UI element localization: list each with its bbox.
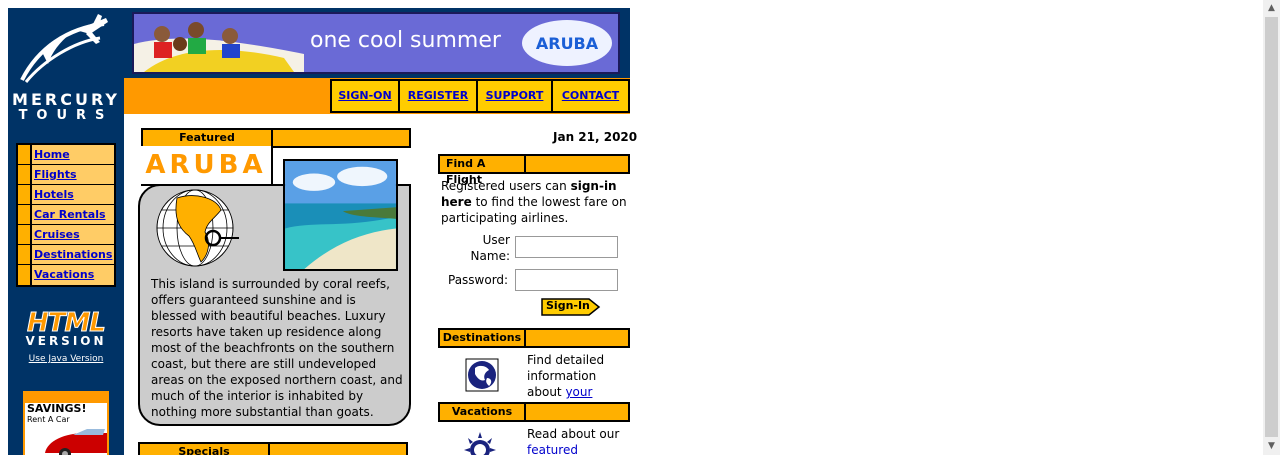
user-name-label: User Name: <box>470 233 510 263</box>
vacations-header: Vacations <box>438 402 630 422</box>
sidebar-link-hotels[interactable]: Hotels <box>32 185 114 204</box>
featured-vacation-link[interactable]: featured vacation <box>527 443 578 455</box>
vacations-text: Read about our featured vacation <box>527 426 631 455</box>
support-link[interactable]: SUPPORT <box>476 79 553 113</box>
bullet-icon <box>18 245 32 264</box>
sidebar-link-flights[interactable]: Flights <box>32 165 114 184</box>
find-flight-header: Find A Flight <box>438 154 630 186</box>
logo-subtitle: TOURS <box>18 108 114 123</box>
sidebar-item-vacations: Vacations <box>18 265 114 285</box>
header: one cool summer ARUBA SIGN-ON REGISTER S… <box>124 8 630 114</box>
sidebar-item-car-rentals: Car Rentals <box>18 205 114 225</box>
password-input[interactable] <box>515 269 618 291</box>
aruba-banner-ad[interactable]: one cool summer ARUBA <box>132 12 620 74</box>
sign-in-label: Sign-In <box>546 299 590 312</box>
bullet-icon <box>18 145 32 164</box>
sidebar-link-cruises[interactable]: Cruises <box>32 225 114 244</box>
destination-name: ARUBA <box>145 150 267 180</box>
vacations-title: Vacations <box>440 404 526 420</box>
scroll-up-arrow-icon[interactable]: ▲ <box>1263 0 1280 17</box>
register-link[interactable]: REGISTER <box>398 79 478 113</box>
sidebar-link-home[interactable]: Home <box>32 145 114 164</box>
bullet-icon <box>18 265 32 285</box>
page: MERCURY TOURS Home Flights Hotels Car Re… <box>0 0 1280 455</box>
left-sidebar: MERCURY TOURS Home Flights Hotels Car Re… <box>8 8 124 455</box>
html-version-badge: HTML VERSION Use Java Version <box>18 308 114 365</box>
airplane-logo-icon <box>20 14 108 83</box>
current-date: Jan 21, 2020 <box>553 130 638 144</box>
find-flight-title: Find A Flight <box>440 156 526 186</box>
specials-header: Specials <box>138 442 408 455</box>
sidebar-link-vacations[interactable]: Vacations <box>32 265 114 285</box>
sign-in-button[interactable]: Sign-In <box>541 297 601 317</box>
sidebar-item-hotels: Hotels <box>18 185 114 205</box>
sidebar-nav: Home Flights Hotels Car Rentals Cruises … <box>16 143 116 287</box>
scrollbar-thumb[interactable] <box>1265 17 1278 437</box>
scroll-down-arrow-icon[interactable]: ▼ <box>1263 438 1280 455</box>
aruba-logo: ARUBA <box>522 20 612 66</box>
featured-destination-title: Featured Destination <box>143 130 273 160</box>
ad-title: SAVINGS! <box>27 402 87 415</box>
sun-icon[interactable] <box>462 430 498 455</box>
contact-link[interactable]: CONTACT <box>551 79 630 113</box>
bullet-icon <box>18 205 32 224</box>
car-rental-ad[interactable]: SAVINGS! Rent A Car <box>23 391 109 455</box>
banner-photo-image <box>134 14 304 72</box>
mercury-tours-logo[interactable]: MERCURY TOURS <box>8 8 124 128</box>
globe-icon <box>156 189 239 267</box>
featured-destination-header: Featured Destination <box>141 128 411 160</box>
aruba-beach-photo <box>283 159 398 271</box>
vertical-scrollbar[interactable]: ▲ ▼ <box>1263 0 1280 455</box>
globe-destination-icon[interactable] <box>465 358 499 392</box>
destinations-title: Destinations <box>440 330 526 346</box>
bullet-icon <box>18 165 32 184</box>
sign-on-link[interactable]: SIGN-ON <box>330 79 400 113</box>
sidebar-item-destinations: Destinations <box>18 245 114 265</box>
destination-name-tab: ARUBA <box>141 146 273 186</box>
sidebar-item-cruises: Cruises <box>18 225 114 245</box>
find-flight-text: Registered users can sign-in here to fin… <box>441 178 629 226</box>
bullet-icon <box>18 185 32 204</box>
html-badge-subtitle: VERSION <box>25 334 107 348</box>
sidebar-link-car-rentals[interactable]: Car Rentals <box>32 205 114 224</box>
top-menu: SIGN-ON REGISTER SUPPORT CONTACT <box>124 78 630 114</box>
red-car-icon <box>45 429 107 455</box>
java-version-link[interactable]: Use Java Version <box>18 354 114 364</box>
password-label: Password: <box>448 273 509 287</box>
banner-slogan: one cool summer <box>310 28 501 53</box>
specials-title: Specials <box>140 444 270 455</box>
sidebar-link-destinations[interactable]: Destinations <box>32 245 114 264</box>
find-flight-text-before: Registered users can <box>441 179 571 193</box>
sidebar-item-flights: Flights <box>18 165 114 185</box>
destinations-header: Destinations <box>438 328 630 348</box>
bullet-icon <box>18 225 32 244</box>
sidebar-item-home: Home <box>18 145 114 165</box>
logo-title: MERCURY <box>12 90 120 109</box>
user-name-input[interactable] <box>515 236 618 258</box>
featured-description: This island is surrounded by coral reefs… <box>151 277 403 419</box>
vacations-text-before: Read about our <box>527 427 620 441</box>
